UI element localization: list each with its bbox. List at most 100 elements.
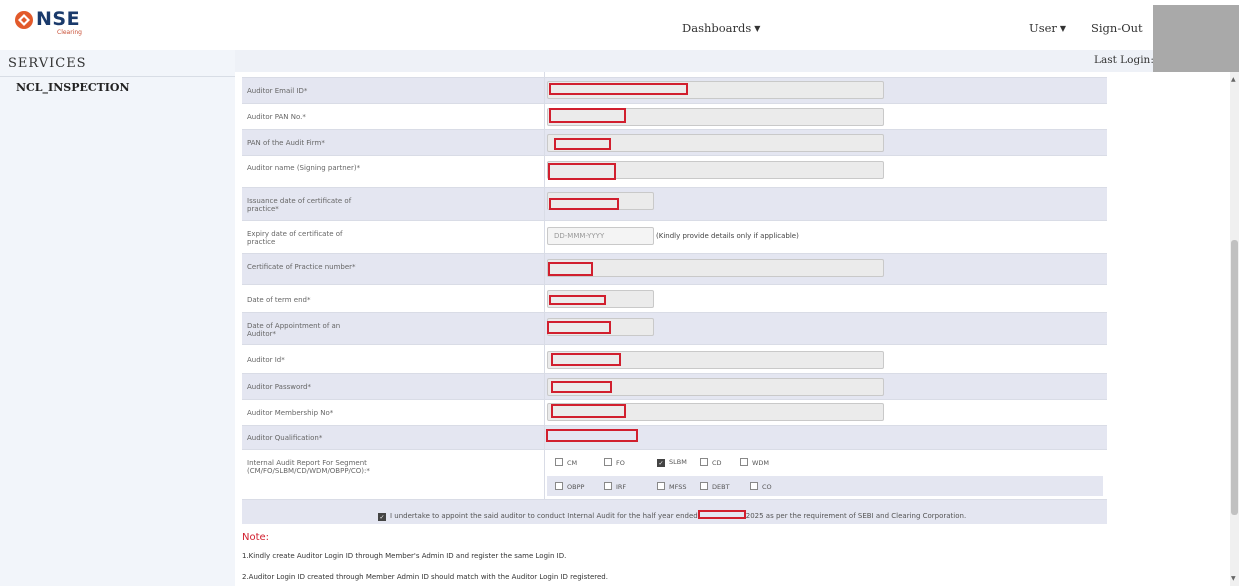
- label-auditor-id: Auditor Id*: [247, 356, 285, 364]
- label-auditor-pan: Auditor PAN No.*: [247, 113, 306, 121]
- expiry-date-placeholder: DD-MMM-YYYY: [554, 232, 605, 240]
- nav-dashboards-menu[interactable]: Dashboards ▼: [682, 21, 760, 35]
- segment-wdm[interactable]: WDM: [740, 458, 769, 467]
- segment-mfss-label: MFSS: [669, 483, 687, 491]
- sidebar: SERVICES NCL_INSPECTION: [0, 50, 235, 586]
- sign-out-link[interactable]: Sign-Out: [1091, 21, 1143, 35]
- scroll-thumb[interactable]: [1231, 240, 1238, 515]
- note-line-1: 1.Kindly create Auditor Login ID through…: [242, 552, 567, 560]
- segment-fo-label: FO: [616, 459, 625, 467]
- sidebar-item-ncl-inspection[interactable]: NCL_INSPECTION: [16, 81, 130, 94]
- checkbox-icon: [657, 482, 665, 490]
- nse-logo[interactable]: NSE Clearing: [14, 8, 94, 38]
- column-divider: [544, 78, 545, 103]
- column-divider: [544, 130, 545, 155]
- segment-co-label: CO: [762, 483, 772, 491]
- label-certificate-number: Certificate of Practice number*: [247, 263, 356, 271]
- nav-user-label: User: [1029, 21, 1057, 35]
- segment-irf[interactable]: IRF: [604, 482, 626, 491]
- row-appointment-date: Date of Appointment of an Auditor*: [242, 313, 1107, 345]
- sidebar-divider: [0, 76, 235, 77]
- row-pan-audit-firm: PAN of the Audit Firm*: [242, 130, 1107, 156]
- sidebar-title: SERVICES: [8, 56, 87, 71]
- label-term-end-date: Date of term end*: [247, 296, 311, 304]
- row-segments: Internal Audit Report For Segment (CM/FO…: [242, 450, 1107, 500]
- label-pan-audit-firm: PAN of the Audit Firm*: [247, 139, 325, 147]
- nav-user-menu[interactable]: User ▼: [1029, 21, 1066, 35]
- segment-cd-label: CD: [712, 459, 722, 467]
- column-divider: [544, 400, 545, 425]
- certificate-number-input[interactable]: [547, 259, 884, 277]
- undertaking-text-after: 2025 as per the requirement of SEBI and …: [745, 512, 967, 520]
- column-divider: [544, 313, 545, 344]
- note-title: Note:: [242, 532, 270, 543]
- scroll-up-arrow-icon[interactable]: ▲: [1231, 76, 1236, 83]
- last-login-label: Last Login:: [1094, 54, 1154, 66]
- row-expiry-date: Expiry date of certificate of practice D…: [242, 221, 1107, 254]
- nav-dashboards-label: Dashboards: [682, 21, 752, 35]
- label-appointment-date: Date of Appointment of an Auditor*: [247, 322, 341, 338]
- checkbox-icon: [555, 458, 563, 466]
- redaction-mark: [549, 83, 688, 95]
- label-expiry-date: Expiry date of certificate of practice: [247, 230, 343, 246]
- label-auditor-name: Auditor name (Signing partner)*: [247, 164, 361, 172]
- column-divider: [544, 345, 545, 373]
- expiry-date-hint: (Kindly provide details only if applicab…: [656, 232, 799, 240]
- column-divider: [544, 450, 545, 499]
- redaction-mark: [549, 295, 606, 305]
- expiry-date-input[interactable]: DD-MMM-YYYY: [547, 227, 654, 245]
- scroll-down-arrow-icon[interactable]: ▼: [1231, 575, 1236, 582]
- segment-cd[interactable]: CD: [700, 458, 722, 467]
- segment-fo[interactable]: FO: [604, 458, 625, 467]
- checkbox-icon: [555, 482, 563, 490]
- label-auditor-password: Auditor Password*: [247, 383, 311, 391]
- label-issuance-date: Issuance date of certificate of practice…: [247, 197, 352, 213]
- redaction-mark[interactable]: [546, 429, 638, 442]
- column-divider: [544, 221, 545, 253]
- checkbox-icon: [604, 482, 612, 490]
- redaction-mark: [547, 321, 611, 334]
- row-certificate-number: Certificate of Practice number*: [242, 254, 1107, 285]
- logo-subtext: Clearing: [57, 29, 82, 36]
- top-bar: NSE Clearing Dashboards ▼ User ▼ Sign-Out: [0, 0, 1239, 50]
- vertical-scrollbar[interactable]: ▲ ▼: [1230, 72, 1239, 586]
- checkbox-icon: [750, 482, 758, 490]
- segment-irf-label: IRF: [616, 483, 627, 491]
- segment-obpp-label: OBPP: [567, 483, 585, 491]
- column-divider: [544, 104, 545, 129]
- segment-slbm-label: SLBM: [669, 458, 687, 466]
- label-segments: Internal Audit Report For Segment (CM/FO…: [247, 459, 370, 475]
- redaction-mark: [554, 138, 611, 150]
- caret-down-icon: ▼: [1059, 24, 1067, 33]
- column-divider: [544, 188, 545, 220]
- segment-debt-label: DEBT: [712, 483, 730, 491]
- row-auditor-name: Auditor name (Signing partner)*: [242, 156, 1107, 188]
- column-divider: [544, 156, 545, 187]
- segment-mfss[interactable]: MFSS: [657, 482, 687, 491]
- checkbox-icon: [700, 482, 708, 490]
- row-auditor-qualification: Auditor Qualification*: [242, 426, 1107, 450]
- label-auditor-qualification: Auditor Qualification*: [247, 434, 323, 442]
- checkbox-icon: [700, 458, 708, 466]
- redaction-mark: [549, 198, 619, 210]
- row-auditor-id: Auditor Id*: [242, 345, 1107, 374]
- undertaking-checkbox-icon[interactable]: ✓: [378, 513, 386, 521]
- main-content: Auditor Email ID* Auditor PAN No.* PAN o…: [235, 72, 1230, 586]
- row-auditor-pan: Auditor PAN No.*: [242, 104, 1107, 130]
- segment-debt[interactable]: DEBT: [700, 482, 730, 491]
- redaction-mark: [551, 353, 621, 366]
- row-auditor-password: Auditor Password*: [242, 374, 1107, 400]
- segment-cm-label: CM: [567, 459, 578, 467]
- segment-row-shade: [547, 476, 1103, 496]
- segment-co[interactable]: CO: [750, 482, 772, 491]
- segment-wdm-label: WDM: [752, 459, 770, 467]
- column-divider: [544, 426, 545, 449]
- segment-cm[interactable]: CM: [555, 458, 577, 467]
- redaction-mark: [551, 381, 612, 393]
- label-auditor-membership: Auditor Membership No*: [247, 409, 334, 417]
- segment-obpp[interactable]: OBPP: [555, 482, 584, 491]
- row-auditor-membership: Auditor Membership No*: [242, 400, 1107, 426]
- redaction-mark: [697, 510, 746, 519]
- column-divider: [544, 254, 545, 284]
- segment-slbm[interactable]: ✓ SLBM: [657, 458, 687, 467]
